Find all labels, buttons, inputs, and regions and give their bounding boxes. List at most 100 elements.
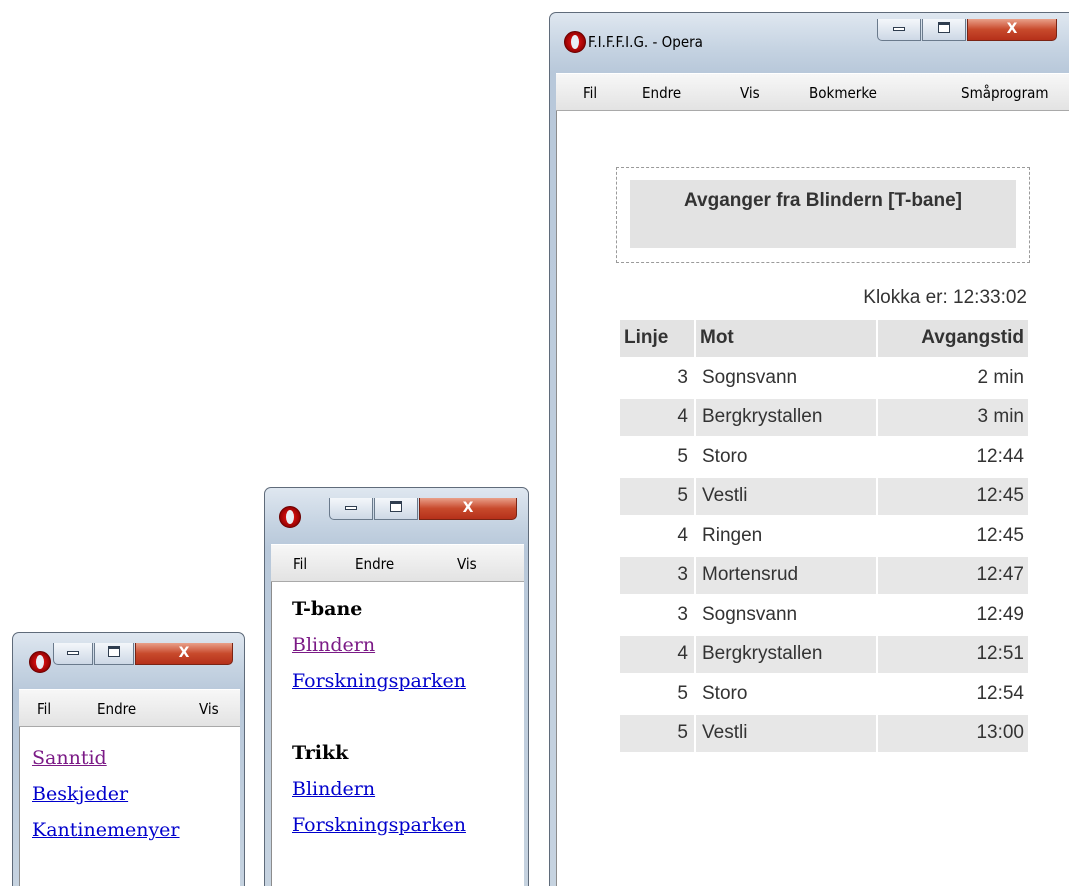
cell-linje: 3 bbox=[677, 603, 688, 625]
cell-mot: Sognsvann bbox=[702, 603, 798, 625]
close-button[interactable]: X bbox=[419, 498, 517, 520]
cell-linje: 5 bbox=[677, 682, 688, 704]
link-trikk-forskningsparken[interactable]: Forskningsparken bbox=[292, 814, 466, 836]
cell-mot: Storo bbox=[702, 445, 748, 467]
cell-avgangstid: 12:45 bbox=[878, 478, 1028, 515]
menu-bar: Fil Endre Vis bbox=[271, 544, 524, 582]
table-row: 5 Vestli 13:00 bbox=[620, 715, 1028, 755]
cell-mot: Bergkrystallen bbox=[696, 636, 876, 673]
clock-text: Klokka er: 12:33:02 bbox=[863, 287, 1027, 308]
menu-fil[interactable]: Fil bbox=[293, 555, 307, 573]
link-t-bane-forskningsparken[interactable]: Forskningsparken bbox=[292, 670, 466, 692]
table-row: 5 Storo 12:44 bbox=[620, 439, 1028, 479]
departures-title-box: Avganger fra Blindern [T-bane] bbox=[616, 167, 1030, 263]
window-title: F.I.F.F.I.G. - Opera bbox=[588, 33, 703, 51]
minimize-icon bbox=[893, 27, 905, 31]
link-t-bane-blindern[interactable]: Blindern bbox=[292, 634, 375, 656]
maximize-button[interactable] bbox=[374, 498, 418, 520]
cell-avgangstid: 2 min bbox=[977, 366, 1024, 388]
menu-bokmerke[interactable]: Bokmerke bbox=[809, 84, 877, 102]
table-row: 3 Sognsvann 12:49 bbox=[620, 597, 1028, 637]
maximize-icon bbox=[108, 646, 120, 657]
header-linje: Linje bbox=[620, 320, 694, 357]
cell-linje: 4 bbox=[677, 524, 688, 546]
cell-avgangstid: 12:47 bbox=[878, 557, 1028, 594]
cell-avgangstid: 12:51 bbox=[878, 636, 1028, 673]
minimize-icon bbox=[345, 506, 357, 510]
cell-linje: 5 bbox=[677, 445, 688, 467]
maximize-icon bbox=[390, 501, 402, 512]
close-button[interactable]: X bbox=[135, 643, 233, 665]
link-sanntid[interactable]: Sanntid bbox=[32, 747, 107, 769]
cell-linje: 4 bbox=[620, 399, 694, 436]
cell-linje: 5 bbox=[620, 478, 694, 515]
cell-mot: Mortensrud bbox=[696, 557, 876, 594]
menu-endre[interactable]: Endre bbox=[642, 84, 681, 102]
close-icon: X bbox=[1006, 21, 1018, 37]
title-bar[interactable]: F.I.F.F.I.G. - Opera X bbox=[550, 13, 1069, 53]
close-icon: X bbox=[462, 500, 474, 516]
table-row: 4 Bergkrystallen 12:51 bbox=[620, 636, 1028, 676]
cell-linje: 5 bbox=[620, 715, 694, 752]
title-bar[interactable]: X bbox=[13, 633, 244, 673]
cell-mot: Storo bbox=[702, 682, 748, 704]
opera-window-medium: X Fil Endre Vis T-bane Blindern Forsknin… bbox=[264, 487, 529, 886]
cell-mot: Bergkrystallen bbox=[696, 399, 876, 436]
maximize-button[interactable] bbox=[94, 643, 134, 665]
table-header-row: Linje Mot Avgangstid bbox=[620, 320, 1028, 360]
table-row: 4 Bergkrystallen 3 min bbox=[620, 399, 1028, 439]
cell-linje: 3 bbox=[677, 366, 688, 388]
cell-avgangstid: 12:44 bbox=[976, 445, 1024, 467]
cell-avgangstid: 12:54 bbox=[976, 682, 1024, 704]
maximize-icon bbox=[938, 22, 950, 33]
header-mot: Mot bbox=[696, 320, 876, 357]
cell-linje: 3 bbox=[620, 557, 694, 594]
menu-bar: Fil Endre Vis Bokmerke Småprogram bbox=[556, 73, 1069, 111]
table-row: 4 Ringen 12:45 bbox=[620, 518, 1028, 558]
maximize-button[interactable] bbox=[922, 19, 966, 41]
opera-window-large: F.I.F.F.I.G. - Opera X Fil Endre Vis Bok… bbox=[549, 12, 1069, 886]
menu-smaprogram[interactable]: Småprogram bbox=[961, 84, 1049, 102]
minimize-button[interactable] bbox=[53, 643, 93, 665]
cell-mot: Ringen bbox=[702, 524, 763, 546]
link-kantinemenyer[interactable]: Kantinemenyer bbox=[32, 819, 180, 841]
opera-logo-icon bbox=[279, 506, 301, 528]
minimize-icon bbox=[67, 651, 79, 655]
page-content: Sanntid Beskjeder Kantinemenyer bbox=[19, 727, 240, 886]
cell-avgangstid: 12:49 bbox=[976, 603, 1024, 625]
table-row: 5 Vestli 12:45 bbox=[620, 478, 1028, 518]
cell-mot: Vestli bbox=[696, 715, 876, 752]
departures-title: Avganger fra Blindern [T-bane] bbox=[630, 180, 1016, 248]
header-avgangstid: Avgangstid bbox=[878, 320, 1028, 357]
link-beskjeder[interactable]: Beskjeder bbox=[32, 783, 128, 805]
page-content: T-bane Blindern Forskningsparken Trikk B… bbox=[271, 582, 524, 886]
minimize-button[interactable] bbox=[329, 498, 373, 520]
section-heading-t-bane: T-bane bbox=[292, 598, 363, 620]
menu-endre[interactable]: Endre bbox=[97, 700, 136, 718]
menu-fil[interactable]: Fil bbox=[37, 700, 51, 718]
departures-table: Linje Mot Avgangstid 3 Sognsvann 2 min 4 Ber… bbox=[620, 320, 1028, 755]
opera-logo-icon bbox=[564, 31, 586, 53]
opera-logo-icon bbox=[29, 651, 51, 673]
cell-mot: Sognsvann bbox=[702, 366, 798, 388]
table-row: 5 Storo 12:54 bbox=[620, 676, 1028, 716]
menu-endre[interactable]: Endre bbox=[355, 555, 394, 573]
minimize-button[interactable] bbox=[877, 19, 921, 41]
opera-window-small: X Fil Endre Vis Sanntid Beskjeder Kantin… bbox=[12, 632, 245, 886]
cell-linje: 4 bbox=[620, 636, 694, 673]
page-content: Avganger fra Blindern [T-bane] Klokka er… bbox=[556, 111, 1069, 886]
table-row: 3 Mortensrud 12:47 bbox=[620, 557, 1028, 597]
close-icon: X bbox=[178, 645, 190, 661]
cell-mot: Vestli bbox=[696, 478, 876, 515]
title-bar[interactable]: X bbox=[265, 488, 528, 528]
cell-avgangstid: 3 min bbox=[878, 399, 1028, 436]
menu-vis[interactable]: Vis bbox=[457, 555, 477, 573]
link-trikk-blindern[interactable]: Blindern bbox=[292, 778, 375, 800]
menu-fil[interactable]: Fil bbox=[583, 84, 597, 102]
cell-avgangstid: 12:45 bbox=[976, 524, 1024, 546]
close-button[interactable]: X bbox=[967, 19, 1057, 41]
menu-vis[interactable]: Vis bbox=[740, 84, 760, 102]
menu-vis[interactable]: Vis bbox=[199, 700, 219, 718]
menu-bar: Fil Endre Vis bbox=[19, 689, 240, 727]
section-heading-trikk: Trikk bbox=[292, 742, 349, 764]
